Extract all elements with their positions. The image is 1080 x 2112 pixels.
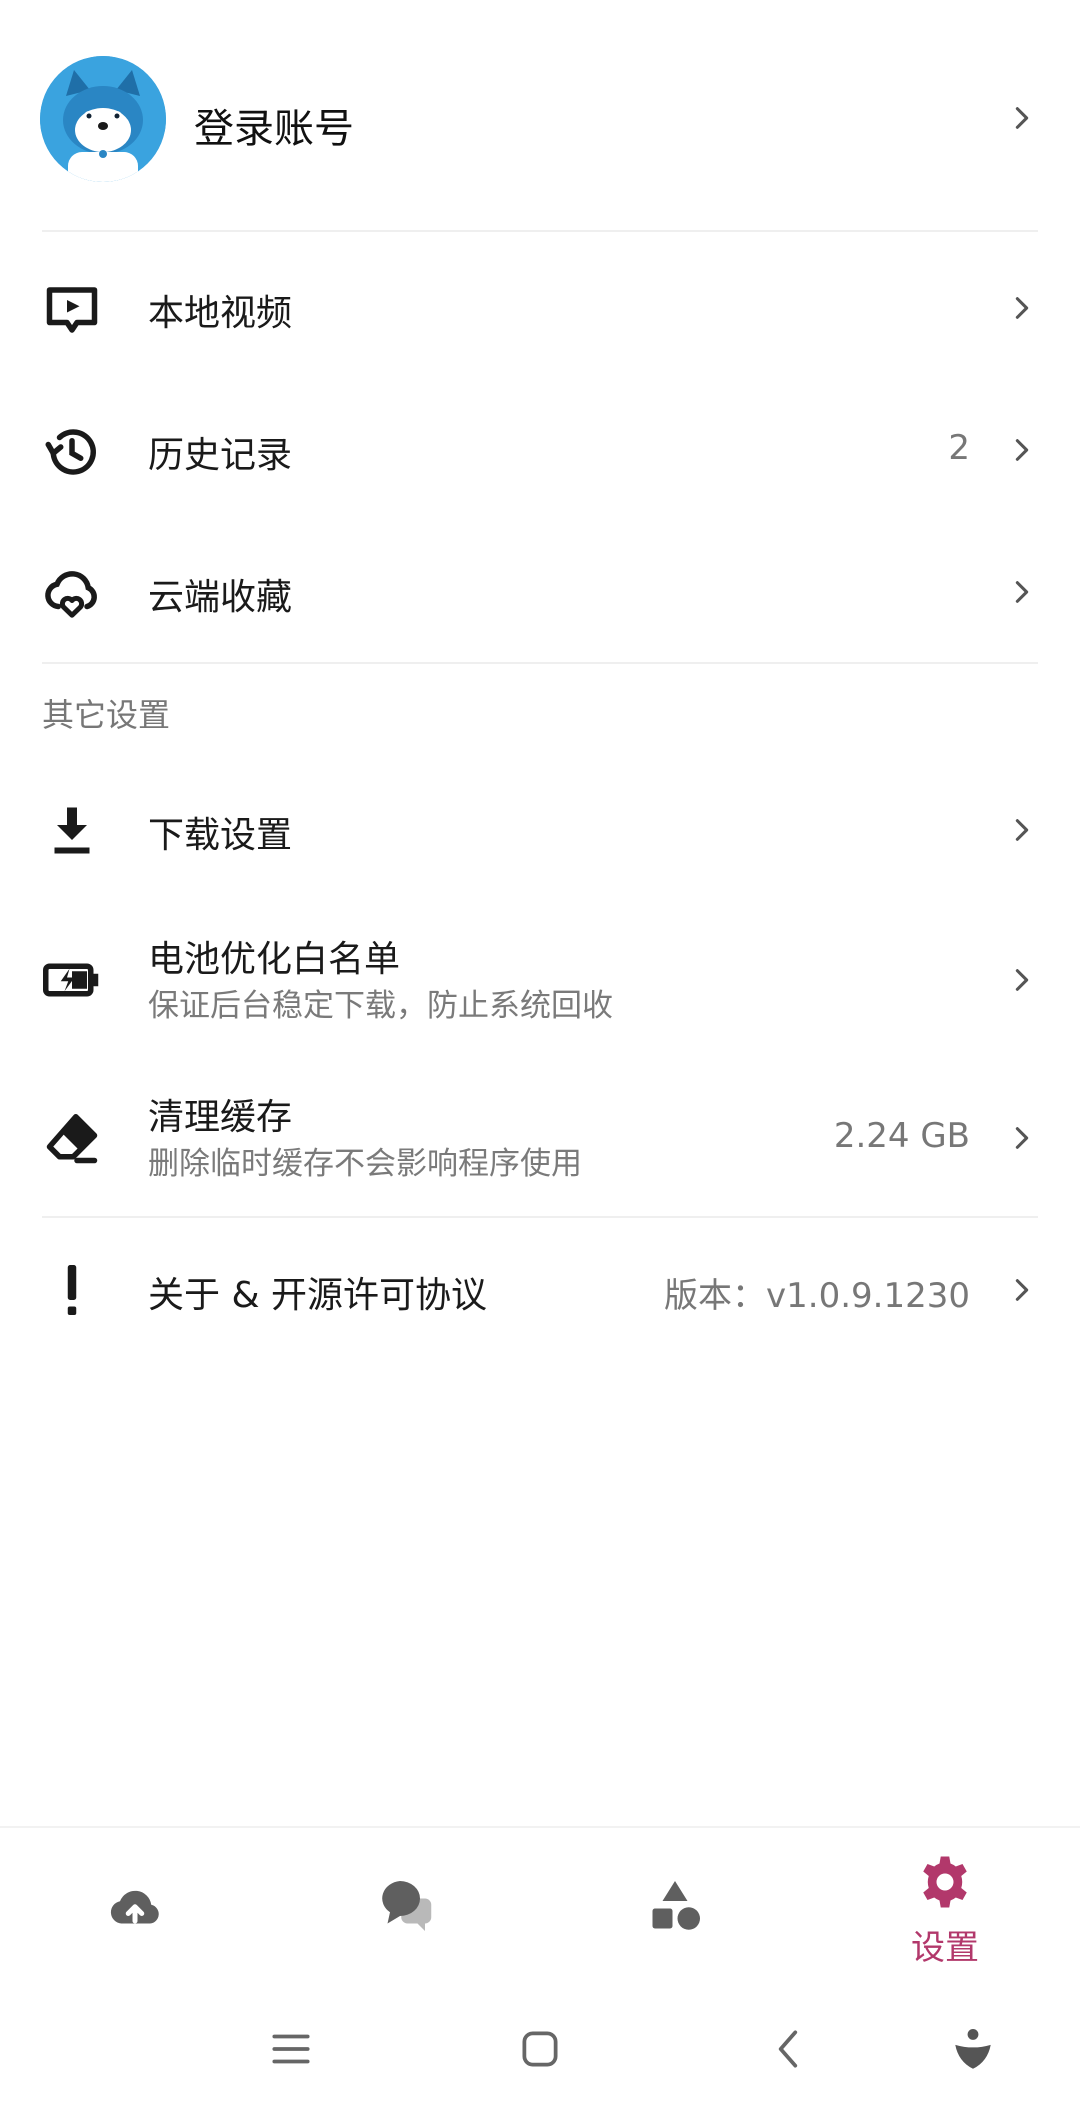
divider bbox=[42, 230, 1038, 232]
nav-tab-chat[interactable] bbox=[270, 1828, 540, 1988]
nav-tab-categories[interactable] bbox=[540, 1828, 810, 1988]
menu-icon[interactable] bbox=[266, 2024, 316, 2074]
account-login-label: 登录账号 bbox=[194, 106, 354, 152]
account-login-row[interactable]: 登录账号 bbox=[0, 52, 1080, 186]
menu-item-local-videos[interactable]: 本地视频 bbox=[0, 248, 1080, 368]
menu-item-history[interactable]: 历史记录 2 bbox=[0, 390, 1080, 510]
chat-bubbles-icon bbox=[375, 1876, 435, 1936]
menu-item-label: 关于 & 开源许可协议 bbox=[148, 1275, 487, 1316]
back-icon[interactable] bbox=[764, 2024, 814, 2074]
divider bbox=[42, 1216, 1038, 1218]
menu-item-description: 保证后台稳定下载，防止系统回收 bbox=[148, 988, 613, 1024]
menu-item-label: 本地视频 bbox=[148, 293, 293, 334]
menu-item-description: 删除临时缓存不会影响程序使用 bbox=[148, 1146, 582, 1182]
section-header-other-settings: 其它设置 bbox=[42, 696, 171, 734]
cache-size: 2.24 GB bbox=[833, 1116, 970, 1156]
shapes-icon bbox=[645, 1876, 705, 1936]
menu-item-label: 下载设置 bbox=[148, 815, 293, 856]
nav-tab-settings[interactable]: 设置 bbox=[810, 1828, 1080, 1988]
menu-item-about[interactable]: 关于 & 开源许可协议 版本：v1.0.9.1230 bbox=[0, 1230, 1080, 1350]
system-navigation-bar bbox=[0, 1986, 1080, 2112]
app-version: 版本：v1.0.9.1230 bbox=[664, 1276, 970, 1316]
eraser-icon bbox=[42, 1108, 102, 1168]
menu-item-label: 历史记录 bbox=[148, 435, 293, 476]
avatar bbox=[40, 56, 166, 182]
video-screen-icon bbox=[42, 280, 102, 340]
chevron-right-icon bbox=[1008, 294, 1036, 322]
chevron-right-icon bbox=[1008, 436, 1036, 464]
chevron-right-icon bbox=[1008, 1276, 1036, 1304]
chevron-right-icon bbox=[1008, 966, 1036, 994]
assistant-icon[interactable] bbox=[948, 2024, 998, 2074]
chevron-right-icon bbox=[1008, 1124, 1036, 1152]
cloud-heart-icon bbox=[42, 564, 102, 624]
menu-item-label: 电池优化白名单 bbox=[148, 939, 401, 980]
battery-charging-icon bbox=[42, 950, 102, 1010]
menu-item-battery-whitelist[interactable]: 电池优化白名单 保证后台稳定下载，防止系统回收 bbox=[0, 910, 1080, 1050]
menu-item-label: 清理缓存 bbox=[148, 1097, 293, 1138]
menu-item-download-settings[interactable]: 下载设置 bbox=[0, 770, 1080, 890]
exclamation-icon bbox=[42, 1260, 102, 1320]
history-count: 2 bbox=[948, 428, 970, 468]
nav-tab-label: 设置 bbox=[911, 1928, 979, 1968]
menu-item-cloud-favorites[interactable]: 云端收藏 bbox=[0, 532, 1080, 652]
menu-item-clear-cache[interactable]: 清理缓存 删除临时缓存不会影响程序使用 2.24 GB bbox=[0, 1068, 1080, 1208]
download-icon bbox=[42, 800, 102, 860]
home-icon[interactable] bbox=[515, 2024, 565, 2074]
menu-item-label: 云端收藏 bbox=[148, 577, 293, 618]
chevron-right-icon bbox=[1008, 578, 1036, 606]
nav-tab-cloud[interactable] bbox=[0, 1828, 270, 1988]
chevron-right-icon bbox=[1008, 816, 1036, 844]
chevron-right-icon bbox=[1008, 104, 1036, 132]
history-icon bbox=[42, 422, 102, 482]
gear-icon bbox=[915, 1852, 975, 1912]
cloud-upload-icon bbox=[105, 1876, 165, 1936]
bottom-navigation-bar: 设置 bbox=[0, 1826, 1080, 1988]
divider bbox=[42, 662, 1038, 664]
